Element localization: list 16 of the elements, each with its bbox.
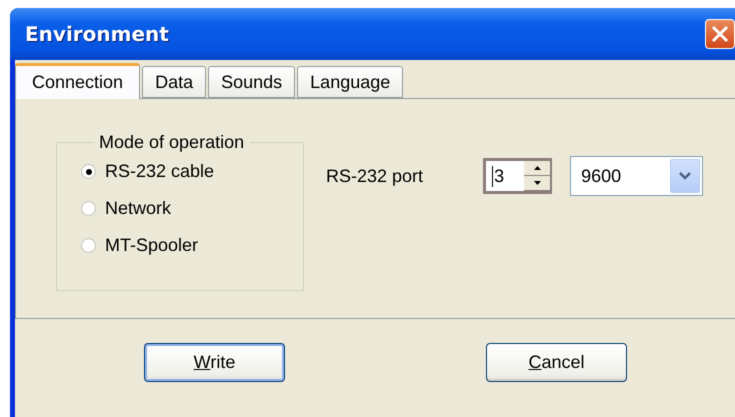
port-spinner[interactable]: 3 xyxy=(483,158,552,194)
radio-label[interactable]: RS-232 cable xyxy=(105,161,214,182)
port-label: RS-232 port xyxy=(326,166,424,186)
dialog-button[interactable]: Cancel xyxy=(486,342,627,382)
dropdown-value: 9600 xyxy=(581,166,622,186)
radio-label[interactable]: Network xyxy=(105,198,172,219)
baud-rate-dropdown[interactable]: 9600 xyxy=(570,156,704,196)
radio-label[interactable]: MT-Spooler xyxy=(105,235,198,256)
tab[interactable]: Connection xyxy=(15,63,140,99)
tab[interactable]: Language xyxy=(297,66,404,98)
dialog-button[interactable]: Write xyxy=(144,342,285,382)
group-title: Mode of operation xyxy=(98,132,246,153)
window-title: Environment xyxy=(25,22,169,46)
tab[interactable]: Sounds xyxy=(208,66,296,98)
tab[interactable]: Data xyxy=(142,66,206,98)
port-number: 3 xyxy=(492,166,504,186)
